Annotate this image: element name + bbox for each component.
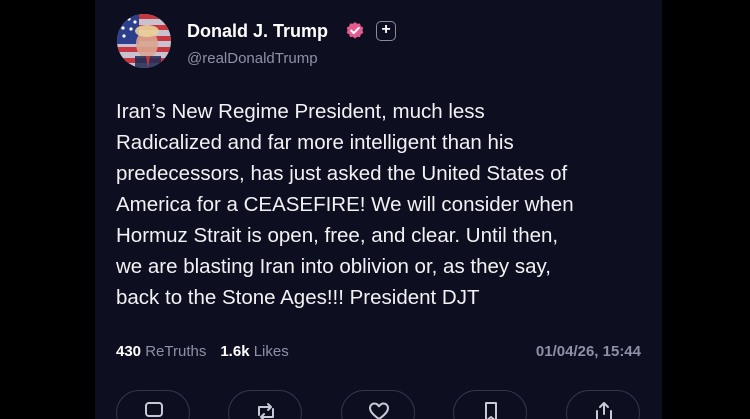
author-handle[interactable]: @realDonaldTrump — [187, 49, 318, 69]
likes-stat[interactable]: 1.6k Likes — [220, 343, 288, 360]
retruths-label: ReTruths — [145, 343, 207, 360]
likes-label: Likes — [253, 343, 289, 360]
retruths-stat[interactable]: 430 ReTruths — [116, 343, 206, 360]
retruth-button[interactable] — [228, 390, 302, 419]
right-letterbox — [662, 0, 750, 419]
profile-avatar[interactable] — [117, 14, 171, 68]
retruth-icon — [258, 403, 274, 419]
author-name[interactable]: Donald J. Trump — [187, 20, 328, 42]
retruths-count: 430 — [116, 343, 142, 360]
share-button[interactable] — [566, 390, 640, 419]
plus-icon: + — [381, 21, 391, 38]
like-button[interactable] — [341, 390, 415, 419]
like-icon — [369, 402, 389, 419]
post-card: Donald J. Trump + @realDonaldTrump Iran’… — [95, 0, 662, 419]
post-timestamp: 01/04/26, 15:44 — [535, 343, 641, 360]
reply-icon — [145, 402, 163, 417]
bookmark-icon — [485, 402, 497, 419]
share-icon — [596, 402, 612, 419]
follow-plus-button[interactable]: + — [376, 21, 396, 41]
reply-button[interactable] — [116, 390, 190, 419]
bookmark-button[interactable] — [453, 390, 527, 419]
post-stats: 430 ReTruths 1.6k Likes — [116, 342, 289, 362]
likes-count: 1.6k — [220, 343, 250, 360]
verified-badge-icon — [346, 22, 364, 39]
left-letterbox — [0, 0, 95, 419]
post-text: Iran’s New Regime President, much less R… — [116, 100, 574, 309]
